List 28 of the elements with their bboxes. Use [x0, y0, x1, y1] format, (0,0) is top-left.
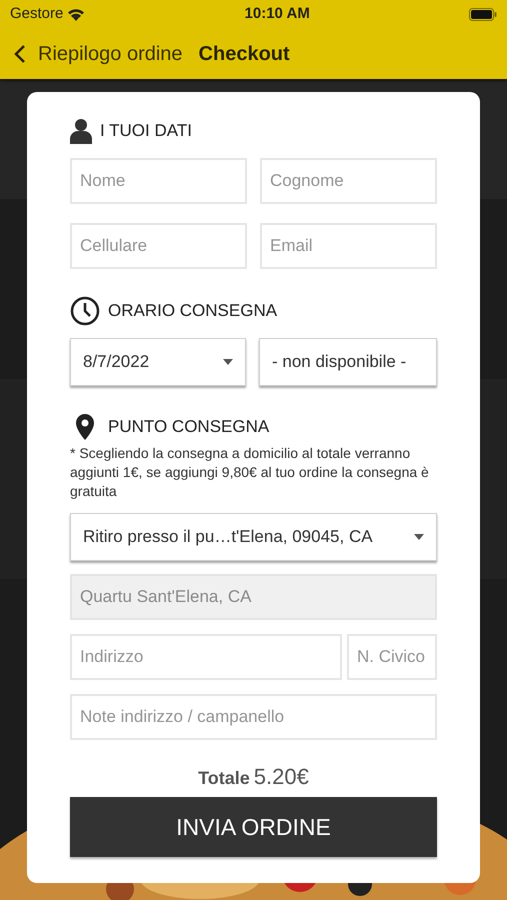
section-heading: I TUOI DATI	[100, 120, 192, 142]
input-field[interactable]: Indirizzo	[70, 634, 342, 680]
clock-icon	[70, 296, 100, 326]
caret-icon	[414, 534, 424, 540]
delivery-note: * Scegliendo la consegna a domicilio al totale verranno aggiunti 1€, se aggiungi 9,80€ al tuo ordine la consegna è gratuita	[70, 444, 430, 501]
wifi-icon	[67, 8, 86, 20]
total-amount: 5.20€	[254, 763, 309, 791]
input-field[interactable]: N. Civico	[347, 634, 437, 680]
clock-time: 10:10 AM	[244, 4, 310, 24]
person-icon	[70, 118, 92, 144]
battery-icon	[468, 8, 497, 20]
chevron-left-icon	[14, 44, 26, 64]
input-field[interactable]: Cellulare	[70, 223, 247, 269]
total-label: Totale	[198, 767, 250, 790]
input-field[interactable]: Nome	[70, 158, 247, 204]
input-field[interactable]: Note indirizzo / campanello	[70, 694, 437, 740]
back-button[interactable]: Riepilogo ordine	[14, 38, 183, 68]
section-heading: PUNTO CONSEGNA	[108, 416, 270, 438]
dropdown-field[interactable]: Ritiro presso il pu…t'Elena, 09045, CA	[70, 513, 437, 561]
dropdown-field[interactable]: 8/7/2022	[70, 338, 246, 386]
caret-icon	[223, 359, 233, 365]
submit-button[interactable]: INVIA ORDINE	[70, 797, 437, 857]
section-heading: ORARIO CONSEGNA	[108, 300, 278, 322]
dropdown-field[interactable]: - non disponibile -	[259, 338, 437, 386]
page-title: Checkout	[198, 42, 290, 66]
carrier-label: Gestore	[10, 4, 64, 24]
input-field[interactable]: Cognome	[260, 158, 437, 204]
input-field[interactable]: Email	[260, 223, 437, 269]
